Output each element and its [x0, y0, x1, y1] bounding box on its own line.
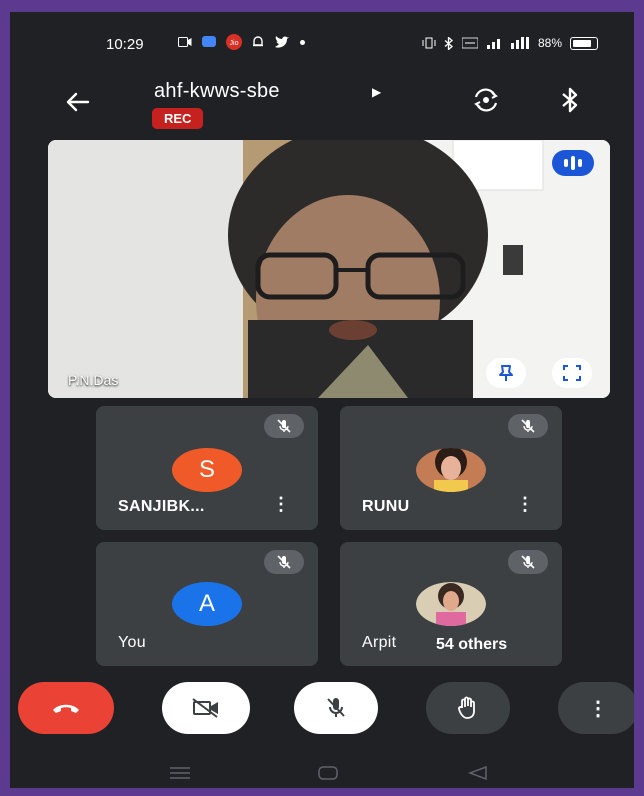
raise-hand-button[interactable] — [426, 682, 510, 734]
meeting-header: ahf-kwws-sbe ▶ REC — [10, 72, 634, 142]
speaking-indicator-icon — [552, 150, 594, 176]
back-arrow-icon[interactable] — [62, 86, 94, 118]
battery-percent: 88% — [537, 36, 562, 50]
recording-badge: REC — [152, 108, 204, 129]
main-participant-name: P.N.Das — [68, 372, 119, 388]
more-vert-icon[interactable]: ⋮ — [272, 494, 290, 515]
participant-tile[interactable]: RUNU ⋮ — [340, 406, 562, 530]
pin-icon — [499, 365, 513, 381]
home-icon[interactable] — [318, 766, 338, 780]
menu-icon[interactable] — [170, 766, 190, 780]
meeting-code[interactable]: ahf-kwws-sbe — [154, 80, 280, 103]
twitter-icon — [275, 35, 289, 48]
dot-icon — [300, 39, 305, 45]
participant-name: You — [118, 634, 146, 651]
more-vert-icon[interactable]: ⋮ — [516, 494, 534, 515]
mic-off-icon — [521, 555, 535, 569]
bluetooth-audio-icon[interactable] — [556, 84, 584, 116]
avatar — [416, 582, 486, 626]
chevron-right-icon[interactable]: ▶ — [372, 85, 381, 99]
status-left-icons: Jio — [178, 34, 305, 50]
others-chip[interactable]: 54 others — [420, 628, 524, 662]
end-call-button[interactable] — [18, 682, 114, 734]
bell-icon — [253, 36, 263, 47]
vibrate-icon — [422, 37, 436, 49]
signal-icon — [486, 39, 500, 49]
participant-tile[interactable]: A You — [96, 542, 318, 666]
pin-button[interactable] — [486, 358, 526, 388]
more-options-button[interactable]: ⋮ — [558, 682, 634, 734]
mic-off-indicator — [508, 414, 548, 438]
mic-off-icon — [327, 698, 345, 717]
participant-tile[interactable]: S SANJIBK... ⋮ — [96, 406, 318, 530]
main-video[interactable]: P.N.Das — [48, 140, 610, 398]
more-vert-icon: ⋮ — [588, 697, 608, 720]
end-call-icon — [53, 704, 79, 713]
jio-icon: Jio — [226, 34, 242, 50]
avatar — [416, 448, 486, 492]
status-bar: 10:29 Jio 88% — [10, 12, 634, 72]
back-icon[interactable] — [468, 766, 488, 780]
mic-off-icon — [277, 419, 291, 433]
chat-icon — [202, 36, 216, 47]
camera-toggle-button[interactable] — [162, 682, 250, 734]
switch-camera-icon[interactable] — [470, 84, 502, 116]
mic-off-indicator — [508, 550, 548, 574]
participant-name: Arpit — [362, 634, 397, 651]
4g-icon — [510, 37, 529, 49]
status-right: 88% — [422, 36, 598, 50]
participant-name: RUNU — [362, 498, 410, 515]
svg-text:Jio: Jio — [230, 40, 239, 47]
video-feed-image — [48, 140, 610, 398]
status-time: 10:29 — [106, 36, 144, 53]
mic-off-indicator — [264, 550, 304, 574]
mic-off-icon — [277, 555, 291, 569]
mic-off-indicator — [264, 414, 304, 438]
phone-screen: 10:29 Jio 88% ahf-kwws-sbe ▶ REC P.N.Das… — [10, 12, 634, 788]
fullscreen-button[interactable] — [552, 358, 592, 388]
battery-icon — [570, 36, 598, 50]
hand-icon — [458, 696, 475, 719]
android-nav-bar — [10, 752, 634, 788]
volte-icon — [461, 37, 478, 49]
camera-off-icon — [192, 698, 218, 718]
avatar: S — [172, 448, 242, 492]
mic-off-icon — [521, 419, 535, 433]
participant-name: SANJIBK... — [118, 498, 205, 515]
fullscreen-icon — [563, 365, 581, 381]
avatar: A — [172, 582, 242, 626]
microphone-toggle-button[interactable] — [294, 682, 378, 734]
bluetooth-icon — [444, 36, 453, 50]
video-icon — [178, 37, 192, 47]
